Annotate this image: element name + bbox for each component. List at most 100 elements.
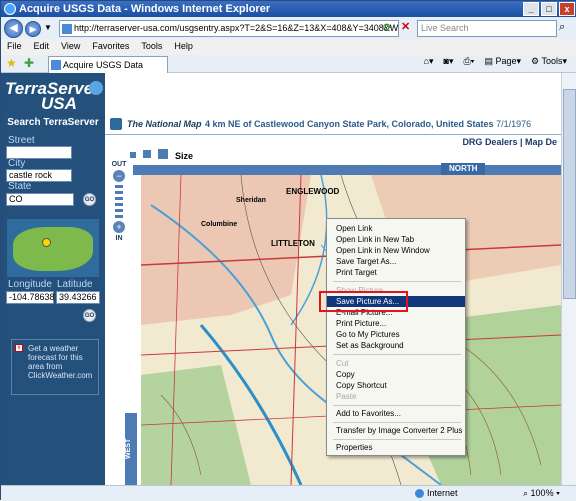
close-button[interactable]: x [559,2,575,16]
longitude-label: Longitude [8,279,52,290]
tab-acquire-usgs[interactable]: Acquire USGS Data [48,56,168,73]
menu-favorites[interactable]: Favorites [92,41,129,55]
favorites-bar: ★ ✚ Acquire USGS Data ⌂▾ ◙▾ ⎙▾ ▤ Page▾ ⚙… [1,55,576,73]
map-date: 7/1/1976 [496,119,532,129]
title-bar: Acquire USGS Data - Windows Internet Exp… [1,1,576,17]
weather-link[interactable]: x Get a weather forecast for this area f… [11,339,99,395]
ctx-copy[interactable]: Copy [335,369,461,380]
map-label-littleton: LITTLETON [271,239,315,248]
vertical-scrollbar[interactable] [561,73,576,485]
menu-file[interactable]: File [7,41,22,55]
back-button[interactable]: ◀ [4,19,23,38]
page-icon [51,60,61,70]
coordinates-go-button[interactable]: GO [83,309,96,322]
zoom-level-control[interactable]: ⌕ 100% ▾ [523,488,560,499]
scrollbar-thumb[interactable] [563,89,576,299]
longitude-input[interactable]: -104.78638 [6,291,55,304]
city-label: City [8,158,26,169]
national-map-icon [110,118,122,130]
terraserver-logo[interactable]: TerraServer USA [5,80,103,112]
state-input[interactable]: CO [6,193,74,206]
recent-pages-dropdown-icon[interactable]: ▼ [44,23,52,32]
forward-button[interactable]: ▶ [25,21,41,37]
stop-icon[interactable]: ✕ [401,20,410,33]
street-label: Street [8,135,35,146]
ctx-open-link[interactable]: Open Link [335,223,461,234]
search-icon[interactable]: ⌕ [559,21,565,34]
ctx-print-target[interactable]: Print Target [335,267,461,278]
zoom-level-3[interactable] [115,197,123,200]
browser-window: Acquire USGS Data - Windows Internet Exp… [0,0,576,501]
zoom-level-4[interactable] [115,203,123,206]
national-map-banner: The National Map 4 km NE of Castlewood C… [105,113,561,135]
search-go-button[interactable]: GO [83,193,96,206]
ctx-transfer-image-converter[interactable]: Transfer by Image Converter 2 Plus [335,425,462,436]
ctx-print-picture[interactable]: Print Picture... [335,318,461,329]
zoom-value: 100% [530,488,554,498]
size-large-icon[interactable] [158,149,168,159]
zoom-out-icon[interactable]: − [113,170,125,182]
national-map-title[interactable]: The National Map [127,119,202,129]
menu-edit[interactable]: Edit [34,41,50,55]
add-favorites-icon[interactable]: ✚ [24,56,34,70]
dealer-links[interactable]: DRG Dealers | Map De [105,137,561,147]
favorites-star-icon[interactable]: ★ [6,56,17,70]
zoom-level-2[interactable] [115,191,123,194]
menu-help[interactable]: Help [174,41,193,55]
location-marker-icon [42,238,51,247]
ctx-open-link-new-tab[interactable]: Open Link in New Tab [335,234,461,245]
web-page: TerraServer USA Search TerraServer Stree… [1,73,561,485]
terraserver-sidebar: TerraServer USA Search TerraServer Stree… [1,73,105,485]
ctx-go-to-my-pictures[interactable]: Go to My Pictures [335,329,461,340]
home-icon[interactable]: ⌂▾ [424,56,434,67]
ctx-add-to-favorites[interactable]: Add to Favorites... [335,408,461,419]
tools-menu-label: Tools [541,56,563,66]
menu-bar: File Edit View Favorites Tools Help [1,39,576,55]
west-pan-bar[interactable]: WEST [125,413,137,485]
search-title: Search TerraServer [7,117,99,128]
minimize-button[interactable]: _ [523,2,539,16]
latitude-input[interactable]: 39.43266 [56,291,100,304]
map-label-sheridan: Sheridan [236,197,266,204]
window-title: Acquire USGS Data - Windows Internet Exp… [19,3,271,15]
zoom-level-5[interactable] [115,209,123,212]
size-medium-icon[interactable] [143,150,151,158]
north-pan-bar[interactable] [133,165,561,175]
ctx-copy-shortcut[interactable]: Copy Shortcut [335,380,461,391]
internet-globe-icon [415,489,424,499]
size-label: Size [175,151,194,161]
maximize-button[interactable]: □ [541,2,557,16]
zoom-level-1[interactable] [115,185,123,188]
state-label: State [8,181,32,192]
zoom-in-label: IN [115,235,123,242]
zoom-level-6[interactable] [115,215,123,218]
map-label-englewood: ENGLEWOOD [286,187,340,196]
menu-view[interactable]: View [61,41,80,55]
page-menu[interactable]: ▤ Page▾ [484,56,521,67]
highlight-callout-box [319,291,408,312]
ctx-open-link-new-window[interactable]: Open Link in New Window [335,245,461,256]
zoom-in-icon[interactable]: + [113,221,125,233]
print-icon[interactable]: ⎙▾ [463,56,474,67]
feeds-icon[interactable]: ◙▾ [444,56,454,67]
ctx-separator [333,281,461,282]
address-url: http://terraserver-usa.com/usgsentry.asp… [74,23,399,33]
size-small-icon[interactable] [130,152,136,158]
ctx-save-target-as[interactable]: Save Target As... [335,256,461,267]
north-label[interactable]: NORTH [441,163,486,175]
page-menu-label: Page [495,56,517,66]
ctx-separator [333,422,461,423]
zoom-out-label: OUT [111,161,127,168]
zone-label: Internet [427,488,458,498]
us-locator-map[interactable] [7,219,99,277]
security-zone: Internet [415,488,458,499]
status-bar: Internet ⌕ 100% ▾ [1,485,576,501]
address-input[interactable]: http://terraserver-usa.com/usgsentry.asp… [59,20,399,37]
ctx-separator [333,405,461,406]
tools-menu[interactable]: ⚙ Tools▾ [531,56,567,67]
menu-tools[interactable]: Tools [141,41,162,55]
search-input[interactable]: Live Search [417,20,557,37]
refresh-icon[interactable]: ⟳ [383,21,392,34]
ctx-properties[interactable]: Properties [335,442,461,453]
ctx-set-as-background[interactable]: Set as Background [335,340,461,351]
